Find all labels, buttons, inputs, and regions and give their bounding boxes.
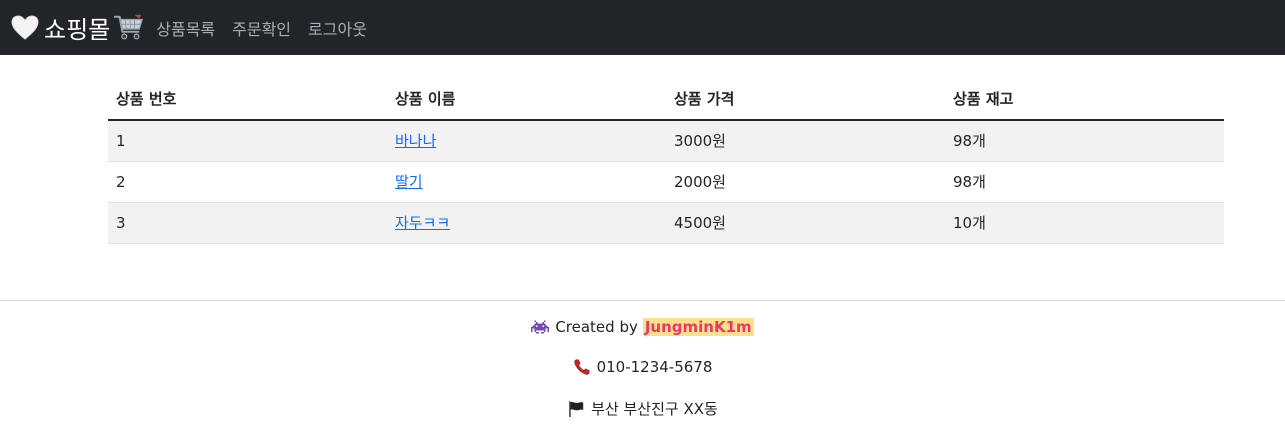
address-text: 부산 부산진구 XX동 bbox=[591, 400, 718, 418]
brand-link[interactable]: 쇼핑몰 bbox=[10, 10, 144, 45]
header-product-price: 상품 가격 bbox=[666, 78, 945, 121]
cell-product-stock: 98개 bbox=[945, 120, 1224, 162]
brand-title: 쇼핑몰 bbox=[44, 16, 111, 44]
cell-product-name: 바나나 bbox=[387, 120, 666, 162]
product-name-link[interactable]: 딸기 bbox=[395, 173, 423, 191]
black-flag-icon bbox=[569, 400, 584, 417]
product-table: 상품 번호 상품 이름 상품 가격 상품 재고 1 바나나 3000원 98개 … bbox=[108, 78, 1224, 244]
table-header: 상품 번호 상품 이름 상품 가격 상품 재고 bbox=[108, 78, 1224, 121]
footer-credit: Created by JungminK1m bbox=[0, 318, 1285, 336]
space-invader-icon bbox=[531, 320, 550, 334]
header-product-number: 상품 번호 bbox=[108, 78, 387, 121]
cell-product-stock: 10개 bbox=[945, 202, 1224, 244]
cell-product-stock: 98개 bbox=[945, 161, 1224, 203]
created-by-label: Created by bbox=[555, 318, 638, 336]
table-row: 3 자두ㅋㅋ 4500원 10개 bbox=[108, 202, 1224, 244]
navbar: 쇼핑몰 상품목록 주문확인 로그아웃 bbox=[0, 0, 1285, 55]
nav-links: 상품목록 주문확인 로그아웃 bbox=[156, 16, 384, 40]
cell-product-number: 1 bbox=[108, 120, 387, 162]
header-product-name: 상품 이름 bbox=[387, 78, 666, 121]
cell-product-name: 자두ㅋㅋ bbox=[387, 202, 666, 244]
cell-product-price: 3000원 bbox=[666, 120, 945, 162]
cell-product-number: 2 bbox=[108, 161, 387, 203]
phone-number: 010-1234-5678 bbox=[596, 358, 713, 376]
cell-product-name: 딸기 bbox=[387, 161, 666, 203]
white-heart-icon bbox=[11, 14, 39, 40]
cell-product-number: 3 bbox=[108, 202, 387, 244]
table-body: 1 바나나 3000원 98개 2 딸기 2000원 98개 3 자두ㅋㅋ 45… bbox=[108, 120, 1224, 244]
shopping-cart-icon bbox=[114, 14, 144, 39]
nav-order-check[interactable]: 주문확인 bbox=[232, 16, 291, 40]
footer-address: 부산 부산진구 XX동 bbox=[0, 398, 1285, 419]
author-name: JungminK1m bbox=[642, 318, 754, 336]
nav-product-list[interactable]: 상품목록 bbox=[156, 16, 215, 40]
cell-product-price: 2000원 bbox=[666, 161, 945, 203]
telephone-icon bbox=[574, 359, 590, 375]
cell-product-price: 4500원 bbox=[666, 202, 945, 244]
nav-logout[interactable]: 로그아웃 bbox=[308, 16, 367, 40]
product-name-link[interactable]: 자두ㅋㅋ bbox=[395, 214, 450, 232]
table-row: 1 바나나 3000원 98개 bbox=[108, 120, 1224, 162]
product-table-container: 상품 번호 상품 이름 상품 가격 상품 재고 1 바나나 3000원 98개 … bbox=[108, 78, 1224, 244]
footer-phone: 010-1234-5678 bbox=[0, 358, 1285, 376]
table-header-row: 상품 번호 상품 이름 상품 가격 상품 재고 bbox=[108, 78, 1224, 121]
table-row: 2 딸기 2000원 98개 bbox=[108, 161, 1224, 203]
product-name-link[interactable]: 바나나 bbox=[395, 132, 436, 150]
footer-divider bbox=[0, 300, 1285, 301]
header-product-stock: 상품 재고 bbox=[945, 78, 1224, 121]
